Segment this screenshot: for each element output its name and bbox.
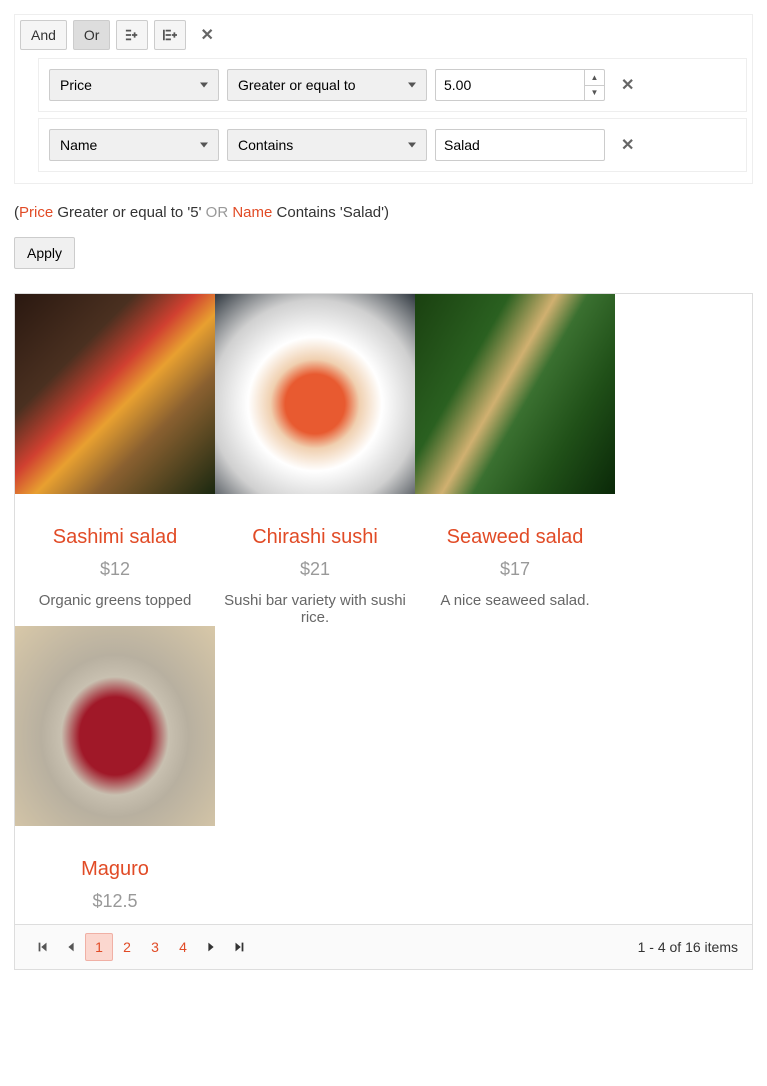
preview-text: Greater or equal to '5'	[53, 204, 205, 221]
value-input[interactable]	[435, 69, 605, 101]
field-dropdown[interactable]: Name	[49, 129, 219, 161]
value-input[interactable]	[435, 129, 605, 161]
caret-right-icon	[204, 940, 218, 954]
remove-row-button[interactable]: ✕	[613, 71, 642, 99]
list-item[interactable]: Maguro$12.5Tuna pieces.	[15, 626, 215, 924]
logic-or-button[interactable]: Or	[73, 20, 111, 50]
value-numeric-wrap: ▲ ▼	[435, 69, 605, 101]
add-expression-icon	[125, 28, 139, 42]
pager-page-1[interactable]: 1	[85, 933, 113, 961]
pager-prev-button[interactable]	[57, 933, 85, 961]
item-image	[15, 626, 215, 826]
pager-first-button[interactable]	[29, 933, 57, 961]
add-expression-button[interactable]	[116, 20, 148, 50]
filter-toolbar: And Or ✕	[20, 20, 747, 50]
list-item[interactable]: Sashimi salad $12 Organic greens topped	[15, 294, 215, 626]
pager-page-4[interactable]: 4	[169, 933, 197, 961]
clear-filter-button[interactable]: ✕	[192, 21, 221, 49]
field-dropdown[interactable]: Price	[49, 69, 219, 101]
add-group-button[interactable]	[154, 20, 186, 50]
item-price: $17	[415, 559, 615, 580]
item-image	[415, 294, 615, 494]
field-dropdown-button[interactable]: Price	[49, 69, 219, 101]
item-description: Organic greens topped	[15, 592, 215, 609]
field-dropdown-button[interactable]: Name	[49, 129, 219, 161]
item-description: Sushi bar variety with sushi rice.	[215, 592, 415, 626]
pager-page-2[interactable]: 2	[113, 933, 141, 961]
item-title: Chirashi sushi	[215, 526, 415, 549]
caret-left-icon	[64, 940, 78, 954]
listview: Sashimi salad$12Organic greens toppedChi…	[14, 293, 753, 970]
item-description: A nice seaweed salad.	[415, 592, 615, 609]
preview-field: Name	[228, 204, 272, 221]
preview-text: Contains 'Salad')	[272, 204, 389, 221]
pager-info: 1 - 4 of 16 items	[638, 939, 738, 955]
seek-last-icon	[232, 940, 246, 954]
pager-last-button[interactable]	[225, 933, 253, 961]
item-image	[15, 294, 215, 494]
seek-first-icon	[36, 940, 50, 954]
filter-row: Price Greater or equal to ▲ ▼ ✕	[38, 58, 747, 112]
pager-nav: 1234	[29, 933, 253, 961]
spinner-down-icon[interactable]: ▼	[585, 86, 604, 101]
filter-preview: (Price Greater or equal to '5' OR Name C…	[14, 204, 753, 221]
item-image	[215, 294, 415, 494]
add-group-icon	[163, 28, 177, 42]
logic-and-button[interactable]: And	[20, 20, 67, 50]
item-title: Sashimi salad	[15, 526, 215, 549]
operator-dropdown-button[interactable]: Contains	[227, 129, 427, 161]
remove-row-button[interactable]: ✕	[613, 131, 642, 159]
list-item[interactable]: Seaweed salad $17 A nice seaweed salad.	[415, 294, 615, 626]
apply-button[interactable]: Apply	[14, 237, 75, 269]
operator-dropdown[interactable]: Greater or equal to	[227, 69, 427, 101]
numeric-spinner: ▲ ▼	[584, 70, 604, 100]
filter-builder: And Or ✕ Price Greater or equal to ▲ ▼ ✕…	[14, 14, 753, 184]
item-title: Maguro	[15, 858, 215, 881]
pager: 1234 1 - 4 of 16 items	[15, 924, 752, 969]
list-content[interactable]: Sashimi salad$12Organic greens toppedChi…	[15, 294, 752, 924]
spinner-up-icon[interactable]: ▲	[585, 70, 604, 86]
operator-dropdown-button[interactable]: Greater or equal to	[227, 69, 427, 101]
list-item[interactable]: Chirashi sushi $21 Sushi bar variety with …	[215, 294, 415, 626]
preview-field: Price	[19, 204, 53, 221]
item-price: $12.5	[15, 891, 215, 912]
pager-next-button[interactable]	[197, 933, 225, 961]
preview-or: OR	[206, 204, 229, 221]
pager-page-3[interactable]: 3	[141, 933, 169, 961]
pager-numbers: 1234	[85, 933, 197, 961]
item-title: Seaweed salad	[415, 526, 615, 549]
operator-dropdown[interactable]: Contains	[227, 129, 427, 161]
filter-row: Name Contains ✕	[38, 118, 747, 172]
item-price: $12	[15, 559, 215, 580]
item-price: $21	[215, 559, 415, 580]
